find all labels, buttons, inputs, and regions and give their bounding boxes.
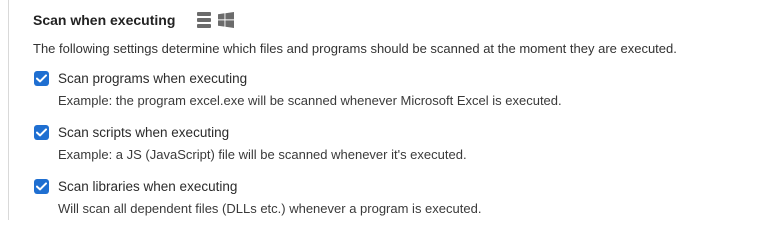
scan-programs-label[interactable]: Scan programs when executing (58, 71, 247, 86)
section-header: Scan when executing (33, 10, 235, 30)
section-divider (8, 0, 9, 220)
option-scan-programs: Scan programs when executing Example: th… (34, 69, 754, 108)
scan-programs-checkbox[interactable] (34, 70, 49, 86)
checkmark-icon (36, 127, 47, 136)
checkmark-icon (36, 73, 47, 82)
scan-scripts-checkbox[interactable] (34, 124, 49, 140)
windows-icon (218, 12, 235, 28)
scan-libraries-label[interactable]: Scan libraries when executing (58, 179, 237, 194)
scan-libraries-description: Will scan all dependent files (DLLs etc.… (58, 201, 482, 216)
option-scan-libraries: Scan libraries when executing Will scan … (34, 177, 754, 216)
scan-when-executing-panel: Scan when executing The following settin… (0, 0, 765, 227)
section-title: Scan when executing (33, 12, 176, 28)
section-description: The following settings determine which f… (33, 41, 677, 56)
scan-scripts-label[interactable]: Scan scripts when executing (58, 125, 229, 140)
scan-programs-description: Example: the program excel.exe will be s… (58, 93, 562, 108)
scan-libraries-checkbox[interactable] (34, 178, 49, 194)
option-scan-scripts: Scan scripts when executing Example: a J… (34, 123, 754, 162)
server-icon (197, 12, 212, 28)
checkmark-icon (36, 181, 47, 190)
scan-scripts-description: Example: a JS (JavaScript) file will be … (58, 147, 467, 162)
